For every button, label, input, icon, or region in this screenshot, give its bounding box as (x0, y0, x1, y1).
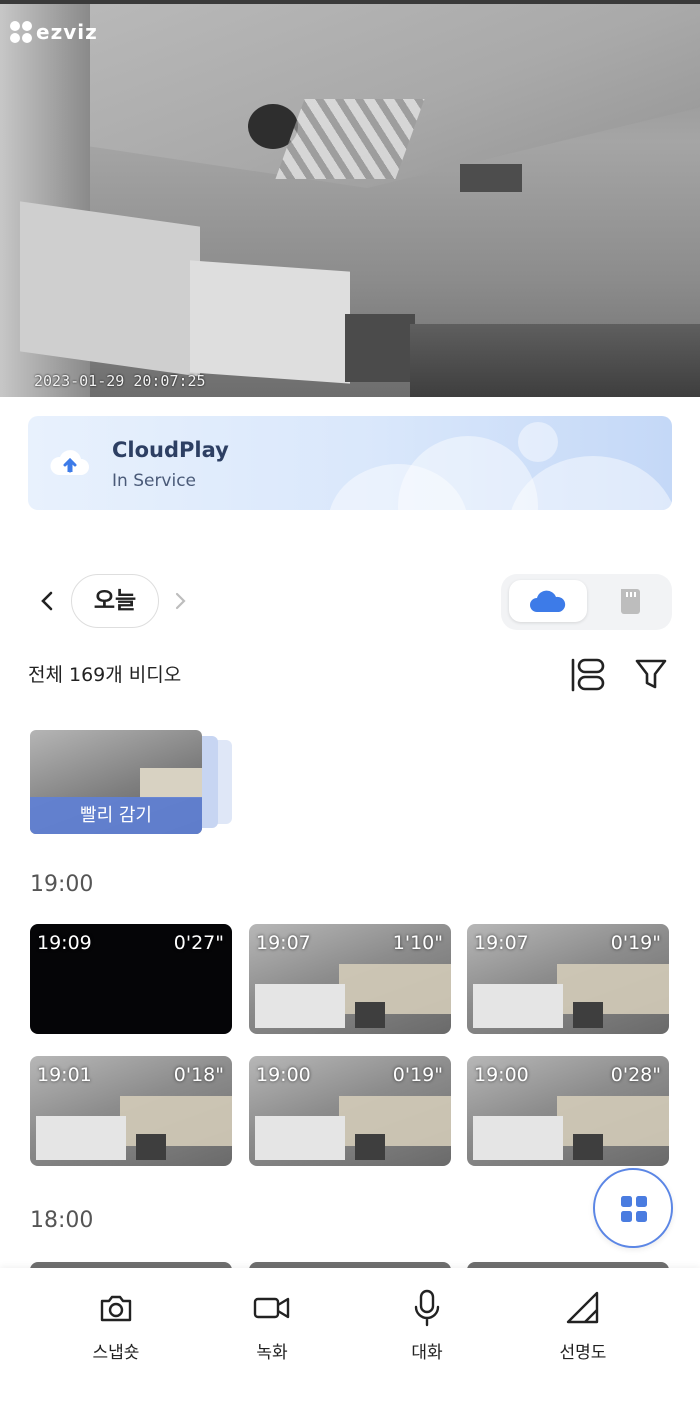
record-button[interactable]: 녹화 (212, 1288, 332, 1378)
ezviz-logo-mark (10, 21, 32, 43)
clip-thumbnail[interactable]: 19:07 0'19" (467, 924, 669, 1034)
grid-icon (621, 1196, 647, 1222)
clip-duration: 0'27" (173, 932, 224, 954)
date-navigator: 오늘 (28, 573, 672, 631)
live-timestamp: 2023-01-29 20:07:25 (34, 372, 206, 390)
layout-toggle-icon[interactable] (568, 656, 608, 694)
talk-button[interactable]: 대화 (367, 1288, 487, 1378)
clarity-label: 선명도 (559, 1343, 607, 1363)
cloud-icon (530, 590, 566, 612)
brand-name: ezviz (36, 20, 98, 44)
cloudplay-title: CloudPlay (112, 438, 229, 462)
storage-source-toggle (501, 574, 672, 630)
clip-thumbnail[interactable]: 19:00 0'28" (467, 1056, 669, 1166)
video-camera-icon (253, 1297, 290, 1319)
sd-card-tab[interactable] (601, 580, 663, 622)
clip-start-time: 19:00 (474, 1064, 529, 1086)
snapshot-label: 스냅숏 (92, 1343, 140, 1363)
clip-start-time: 19:09 (37, 932, 92, 954)
chevron-left-icon[interactable] (34, 587, 62, 615)
filter-icon[interactable] (632, 656, 670, 694)
record-label: 녹화 (256, 1343, 288, 1363)
clip-duration: 0'28" (610, 1064, 661, 1086)
current-date-button[interactable]: 오늘 (71, 574, 159, 628)
clip-duration: 1'10" (392, 932, 443, 954)
clip-start-time: 19:01 (37, 1064, 92, 1086)
snapshot-button[interactable]: 스냅숏 (56, 1288, 176, 1378)
grid-menu-button[interactable] (593, 1168, 673, 1248)
camera-icon (100, 1295, 132, 1322)
clip-start-time: 19:07 (474, 932, 529, 954)
ezviz-logo: ezviz (10, 20, 98, 44)
clip-thumbnail[interactable]: 19:00 0'19" (249, 1056, 451, 1166)
clip-thumbnail[interactable]: 19:01 0'18" (30, 1056, 232, 1166)
talk-label: 대화 (411, 1343, 443, 1363)
microphone-icon (414, 1289, 440, 1327)
clip-start-time: 19:00 (256, 1064, 311, 1086)
cloud-upload-icon (50, 450, 89, 475)
clip-duration: 0'18" (173, 1064, 224, 1086)
clip-thumbnail[interactable]: 19:09 0'27" (30, 924, 232, 1034)
video-summary-row: 전체 169개 비디오 (28, 656, 672, 696)
clip-thumbnail[interactable]: 19:07 1'10" (249, 924, 451, 1034)
chevron-right-icon[interactable] (166, 587, 194, 615)
clip-duration: 0'19" (392, 1064, 443, 1086)
total-videos-count: 전체 169개 비디오 (28, 664, 182, 686)
cloudplay-banner[interactable]: CloudPlay In Service (28, 416, 672, 510)
cloud-storage-tab[interactable] (509, 580, 587, 622)
live-camera-view[interactable]: ezviz 2023-01-29 20:07:25 (0, 4, 700, 397)
sd-card-icon (621, 589, 640, 614)
hour-header-1900: 19:00 (30, 872, 94, 897)
hour-header-1800: 18:00 (30, 1208, 94, 1233)
clip-duration: 0'19" (610, 932, 661, 954)
cloudplay-status: In Service (112, 471, 197, 491)
signal-quality-icon (566, 1291, 599, 1324)
clip-start-time: 19:07 (256, 932, 311, 954)
fast-forward-label: 빨리 감기 (30, 797, 202, 834)
fast-forward-thumbnail: 빨리 감기 (30, 730, 202, 834)
clarity-button[interactable]: 선명도 (523, 1288, 643, 1378)
bottom-action-bar: 스냅숏 녹화 대화 선명도 (0, 1268, 700, 1410)
fast-forward-card[interactable]: 빨리 감기 (30, 730, 240, 836)
